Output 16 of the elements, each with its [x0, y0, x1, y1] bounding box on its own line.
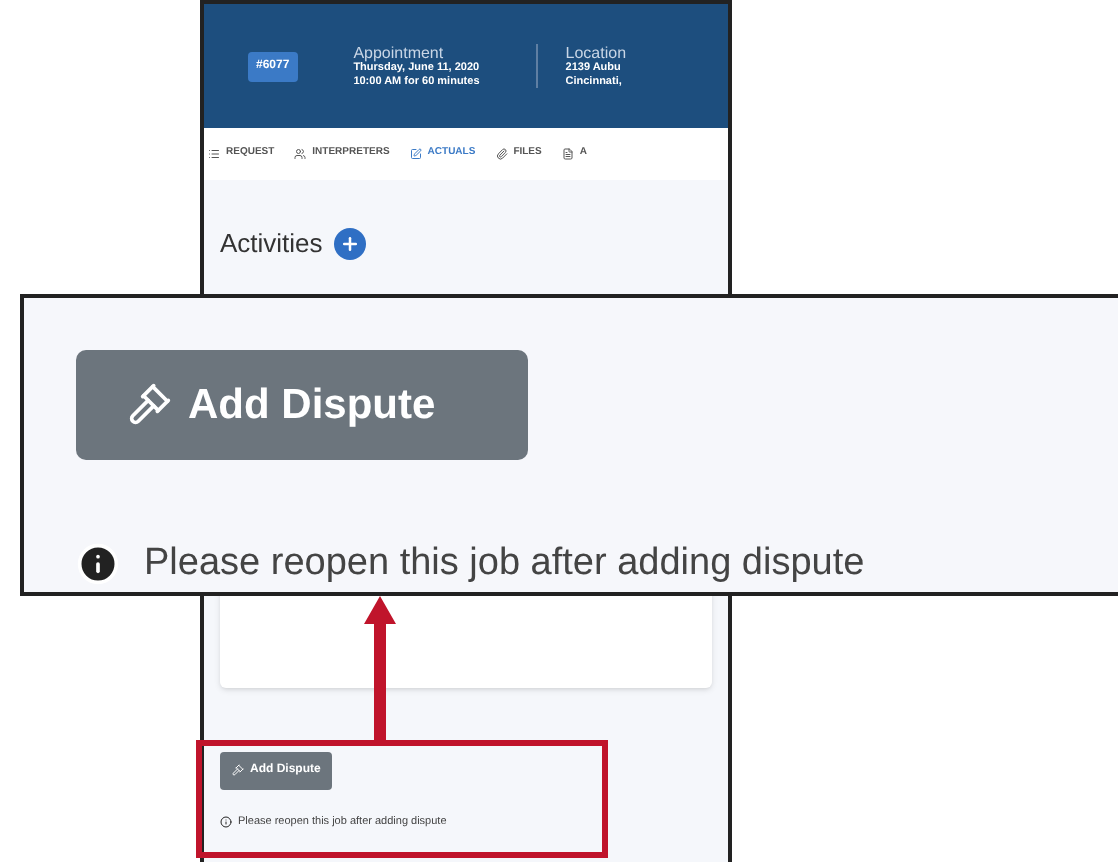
tab-icon [495, 148, 508, 160]
plus-icon [340, 233, 361, 254]
add-activity-button[interactable] [334, 227, 367, 260]
info-icon [76, 541, 120, 586]
gavel-icon [232, 764, 244, 776]
tab-icon [561, 148, 574, 160]
tab-icon [294, 148, 307, 160]
add-dispute-button[interactable]: Add Dispute [76, 350, 528, 459]
appointment-title: Appointment [353, 44, 444, 63]
activities-heading: Activities [220, 226, 323, 262]
tab-icon [208, 148, 220, 160]
location-title: Location [565, 44, 627, 63]
gavel-icon [128, 382, 172, 427]
reopen-note: Please reopen this job after adding dispute [144, 539, 865, 587]
tab-icon [409, 148, 422, 160]
info-icon [220, 815, 232, 828]
